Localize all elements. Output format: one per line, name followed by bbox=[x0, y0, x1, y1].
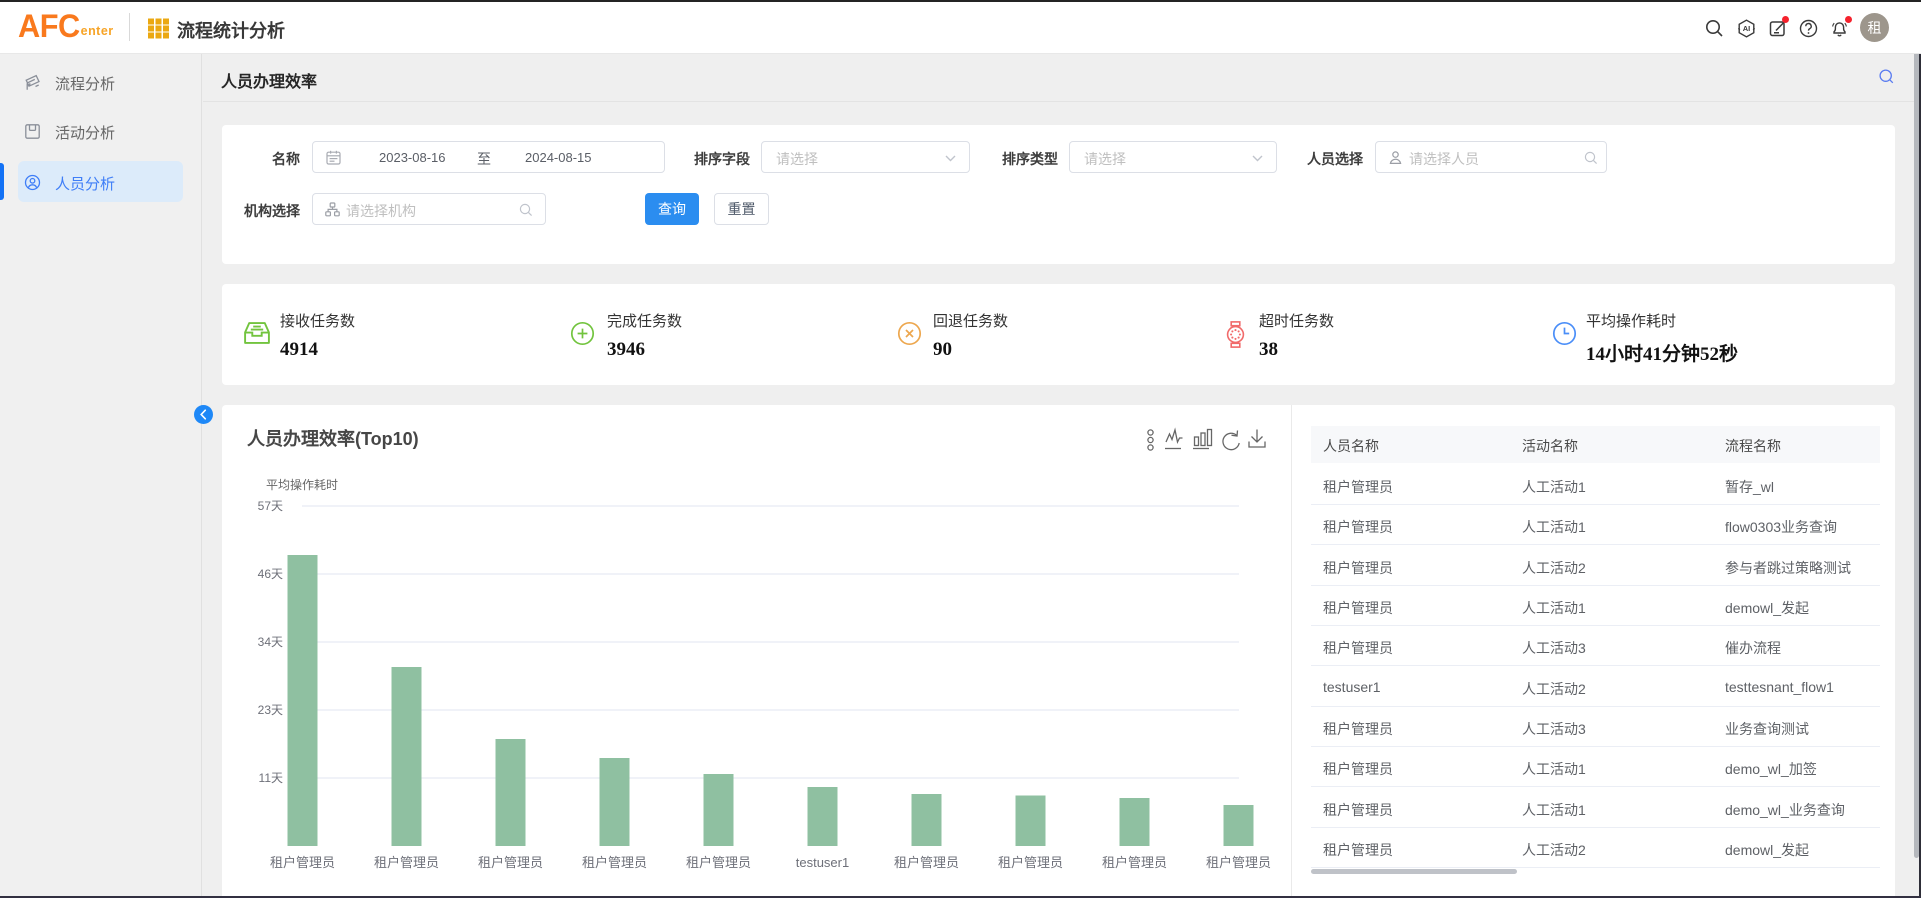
svg-text:租户管理员: 租户管理员 bbox=[1206, 855, 1271, 870]
svg-text:57天: 57天 bbox=[258, 499, 283, 513]
svg-text:租户管理员: 租户管理员 bbox=[374, 855, 439, 870]
svg-text:租户管理员: 租户管理员 bbox=[478, 855, 543, 870]
svg-text:租户管理员: 租户管理员 bbox=[686, 855, 751, 870]
svg-text:租户管理员: 租户管理员 bbox=[270, 855, 335, 870]
svg-text:testuser1: testuser1 bbox=[796, 855, 849, 870]
svg-text:租户管理员: 租户管理员 bbox=[894, 855, 959, 870]
svg-text:AI: AI bbox=[1743, 24, 1751, 33]
svg-text:11天: 11天 bbox=[259, 771, 283, 785]
svg-text:租户管理员: 租户管理员 bbox=[998, 855, 1063, 870]
svg-text:人员办理效率(Top10): 人员办理效率(Top10) bbox=[247, 428, 419, 449]
svg-text:23天: 23天 bbox=[258, 703, 283, 717]
svg-text:46天: 46天 bbox=[258, 567, 283, 581]
svg-text:租户管理员: 租户管理员 bbox=[582, 855, 647, 870]
svg-text:平均操作耗时: 平均操作耗时 bbox=[266, 477, 338, 492]
svg-text:租户管理员: 租户管理员 bbox=[1102, 855, 1167, 870]
svg-text:34天: 34天 bbox=[258, 635, 283, 649]
